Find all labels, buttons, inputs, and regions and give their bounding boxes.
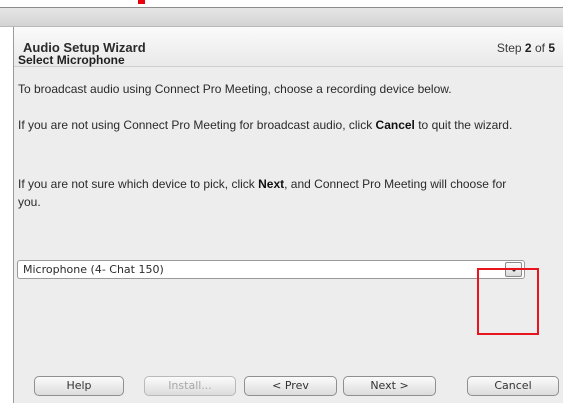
instruction-paragraph-3: If you are not sure which device to pick…	[18, 175, 518, 211]
step-indicator: Step 2 of 5	[497, 41, 555, 55]
step-prefix: Step	[496, 41, 522, 55]
microphone-select-value: Microphone (4- Chat 150)	[23, 263, 164, 276]
microphone-select[interactable]: Microphone (4- Chat 150)	[17, 260, 525, 279]
instruction-paragraph-2: If you are not using Connect Pro Meeting…	[18, 116, 518, 134]
screenshot-frame: Audio Setup Wizard Step 2 of 5 Select Mi…	[0, 0, 563, 403]
paragraph3-text-pre: If you are not sure which device to pick…	[18, 177, 259, 191]
next-keyword: Next	[258, 177, 285, 191]
section-heading: Select Microphone	[18, 53, 125, 67]
step-total: 5	[548, 41, 555, 55]
red-annotation-mark	[138, 0, 145, 4]
step-of: of	[534, 41, 545, 55]
prev-button[interactable]: < Prev	[244, 376, 337, 396]
cancel-button[interactable]: Cancel	[467, 376, 559, 396]
install-button[interactable]: Install...	[144, 376, 236, 396]
top-toolbar	[0, 7, 563, 27]
next-button[interactable]: Next >	[343, 376, 436, 396]
paragraph2-text-post: to quit the wizard.	[414, 118, 513, 132]
red-highlight-annotation	[477, 268, 539, 335]
cancel-keyword: Cancel	[375, 118, 415, 132]
help-button[interactable]: Help	[34, 376, 124, 396]
step-current: 2	[524, 41, 532, 55]
paragraph2-text-pre: If you are not using Connect Pro Meeting…	[18, 118, 376, 132]
instruction-paragraph-1: To broadcast audio using Connect Pro Mee…	[18, 82, 452, 96]
